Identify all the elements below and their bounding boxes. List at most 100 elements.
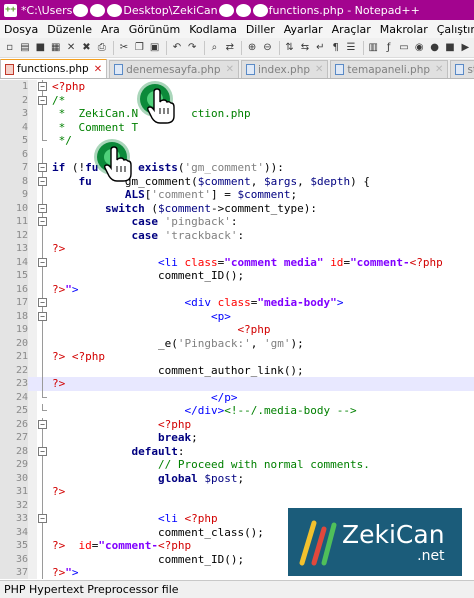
file-icon	[114, 64, 124, 75]
close-all-icon[interactable]: ✖	[80, 40, 93, 55]
code-line[interactable]: 18− <p>	[0, 309, 474, 323]
close-tab-icon[interactable]: ✕	[435, 64, 443, 75]
fold-toggle-icon[interactable]: −	[38, 161, 48, 175]
code-line[interactable]: 26− <?php	[0, 417, 474, 431]
menu-item[interactable]: Araçlar	[332, 23, 371, 36]
redo-icon[interactable]: ↷	[186, 40, 199, 55]
wrap-icon[interactable]: ↵	[314, 40, 327, 55]
code-line[interactable]: 11− case 'pingback':	[0, 215, 474, 229]
menu-item[interactable]: Makrolar	[380, 23, 428, 36]
code-line[interactable]: 8− fu gm_comment($comment, $args, $depth…	[0, 174, 474, 188]
close-tab-icon[interactable]: ✕	[94, 64, 102, 75]
code-line[interactable]: 1− <?php	[0, 80, 474, 94]
zoom-in-icon[interactable]: ⊕	[245, 40, 258, 55]
code-text: comment_ID();	[52, 269, 244, 283]
replace-icon[interactable]: ⇄	[223, 40, 236, 55]
code-editor[interactable]: 1− <?php 2−/* 3 * ZekiCan.N ction.php 4 * Co…	[0, 80, 474, 579]
code-line[interactable]: 24 </p>	[0, 390, 474, 404]
code-line[interactable]: 16 ?>">	[0, 282, 474, 296]
print-icon[interactable]: ⎙	[95, 40, 108, 55]
code-line[interactable]: 25 </div><!--/.media-body -->	[0, 404, 474, 418]
code-line[interactable]: 14− <li class="comment media" id="commen…	[0, 255, 474, 269]
new-file-icon[interactable]: ▫	[3, 40, 16, 55]
menu-item[interactable]: Görünüm	[129, 23, 180, 36]
fold-line	[38, 471, 48, 485]
menu-item[interactable]: Çalıştır	[437, 23, 474, 36]
code-line[interactable]: 22 comment_author_link();	[0, 363, 474, 377]
code-line[interactable]: 19 <?php	[0, 323, 474, 337]
code-line[interactable]: 30 global $post;	[0, 471, 474, 485]
code-line[interactable]: 4 * Comment T	[0, 120, 474, 134]
monitor-icon[interactable]: ◉	[413, 40, 426, 55]
cut-icon[interactable]: ✂	[117, 40, 130, 55]
menu-item[interactable]: Ara	[101, 23, 120, 36]
code-line[interactable]: 28− default:	[0, 444, 474, 458]
menu-item[interactable]: Dosya	[4, 23, 38, 36]
doc-map-icon[interactable]: ▥	[367, 40, 380, 55]
code-line[interactable]: 15 comment_ID();	[0, 269, 474, 283]
fold-toggle-icon[interactable]: −	[38, 296, 48, 310]
code-line[interactable]: 31 ?>	[0, 485, 474, 499]
code-token: ();	[244, 525, 264, 539]
code-line[interactable]: 5 */	[0, 134, 474, 148]
code-line[interactable]: 9 ALS['comment'] = $comment;	[0, 188, 474, 202]
file-tab[interactable]: functions.php ✕	[0, 59, 108, 78]
show-all-icon[interactable]: ¶	[329, 40, 342, 55]
fold-toggle-icon[interactable]: −	[38, 417, 48, 431]
code-token: <?php	[237, 323, 271, 336]
file-tab[interactable]: index.php ✕	[240, 60, 329, 78]
menu-item[interactable]: Düzenle	[47, 23, 92, 36]
menu-item[interactable]: Ayarlar	[284, 23, 323, 36]
play-icon[interactable]: ▶	[459, 40, 472, 55]
function-list-icon[interactable]: ƒ	[382, 40, 395, 55]
open-file-icon[interactable]: ▤	[18, 40, 31, 55]
fold-toggle-icon[interactable]: −	[38, 93, 48, 107]
line-number: 19	[0, 323, 28, 337]
close-tab-icon[interactable]: ✕	[226, 64, 234, 75]
record-icon[interactable]: ●	[428, 40, 441, 55]
code-line[interactable]: 29 // Proceed with normal comments.	[0, 458, 474, 472]
menu-item[interactable]: Diller	[246, 23, 275, 36]
fold-toggle-icon[interactable]: −	[38, 215, 48, 229]
code-text: <li <?php	[52, 512, 218, 526]
code-line[interactable]: 10− switch ($comment->comment_type):	[0, 201, 474, 215]
sync-h-icon[interactable]: ⇆	[298, 40, 311, 55]
fold-toggle-icon[interactable]: −	[38, 201, 48, 215]
code-line[interactable]: 20 _e('Pingback:', 'gm');	[0, 336, 474, 350]
zoom-out-icon[interactable]: ⊖	[261, 40, 274, 55]
find-icon[interactable]: ⌕	[208, 40, 221, 55]
code-line[interactable]: 7− if (!fu exists('gm_comment')):	[0, 161, 474, 175]
fold-toggle-icon[interactable]: −	[38, 512, 48, 526]
code-line[interactable]: 27 break;	[0, 431, 474, 445]
fold-toggle-icon[interactable]: −	[38, 309, 48, 323]
close-tab-icon[interactable]: ✕	[315, 64, 323, 75]
file-tab[interactable]: temapaneli.php ✕	[330, 60, 449, 78]
close-icon[interactable]: ✕	[64, 40, 77, 55]
code-line[interactable]: 17− <div class="media-body">	[0, 296, 474, 310]
code-line[interactable]: 6	[0, 147, 474, 161]
line-number: 9	[0, 188, 28, 202]
undo-icon[interactable]: ↶	[170, 40, 183, 55]
stop-icon[interactable]: ■	[443, 40, 456, 55]
copy-icon[interactable]: ❐	[133, 40, 146, 55]
indent-guide-icon[interactable]: ☰	[344, 40, 357, 55]
code-line[interactable]: 2−/*	[0, 93, 474, 107]
fold-toggle-icon[interactable]: −	[38, 80, 48, 94]
fold-toggle-icon[interactable]: −	[38, 255, 48, 269]
save-icon[interactable]: ■	[34, 40, 47, 55]
file-tab[interactable]: denemesayfa.php ✕	[109, 60, 239, 78]
code-line[interactable]: 23 ?>	[0, 377, 474, 391]
code-line[interactable]: 3 * ZekiCan.N ction.php	[0, 107, 474, 121]
code-token: "	[65, 566, 72, 579]
folder-icon[interactable]: ▭	[397, 40, 410, 55]
fold-toggle-icon[interactable]: −	[38, 174, 48, 188]
file-tab[interactable]: style.css✕	[450, 60, 474, 78]
sync-v-icon[interactable]: ⇅	[283, 40, 296, 55]
code-line[interactable]: 13 ?>	[0, 242, 474, 256]
save-all-icon[interactable]: ▦	[49, 40, 62, 55]
fold-toggle-icon[interactable]: −	[38, 444, 48, 458]
code-line[interactable]: 12 case 'trackback':	[0, 228, 474, 242]
menu-item[interactable]: Kodlama	[189, 23, 237, 36]
paste-icon[interactable]: ▣	[148, 40, 161, 55]
code-line[interactable]: 21 ?> <?php	[0, 350, 474, 364]
